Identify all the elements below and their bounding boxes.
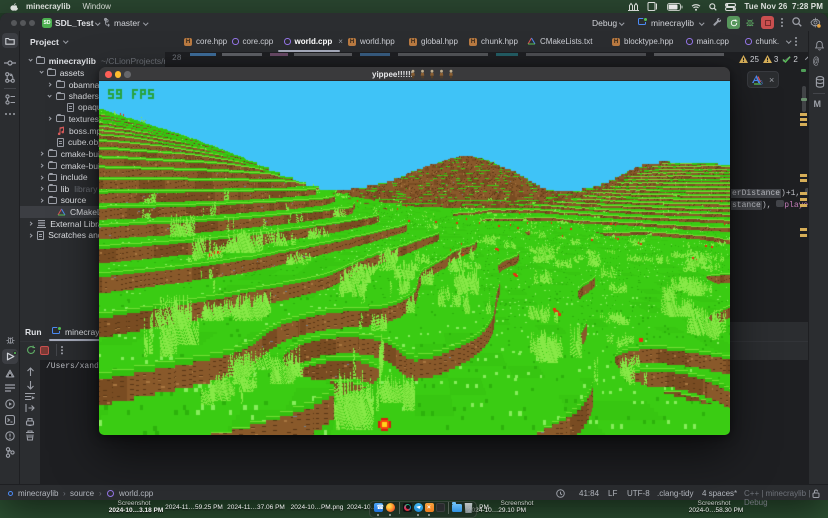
svg-text:G: G [759,81,763,86]
